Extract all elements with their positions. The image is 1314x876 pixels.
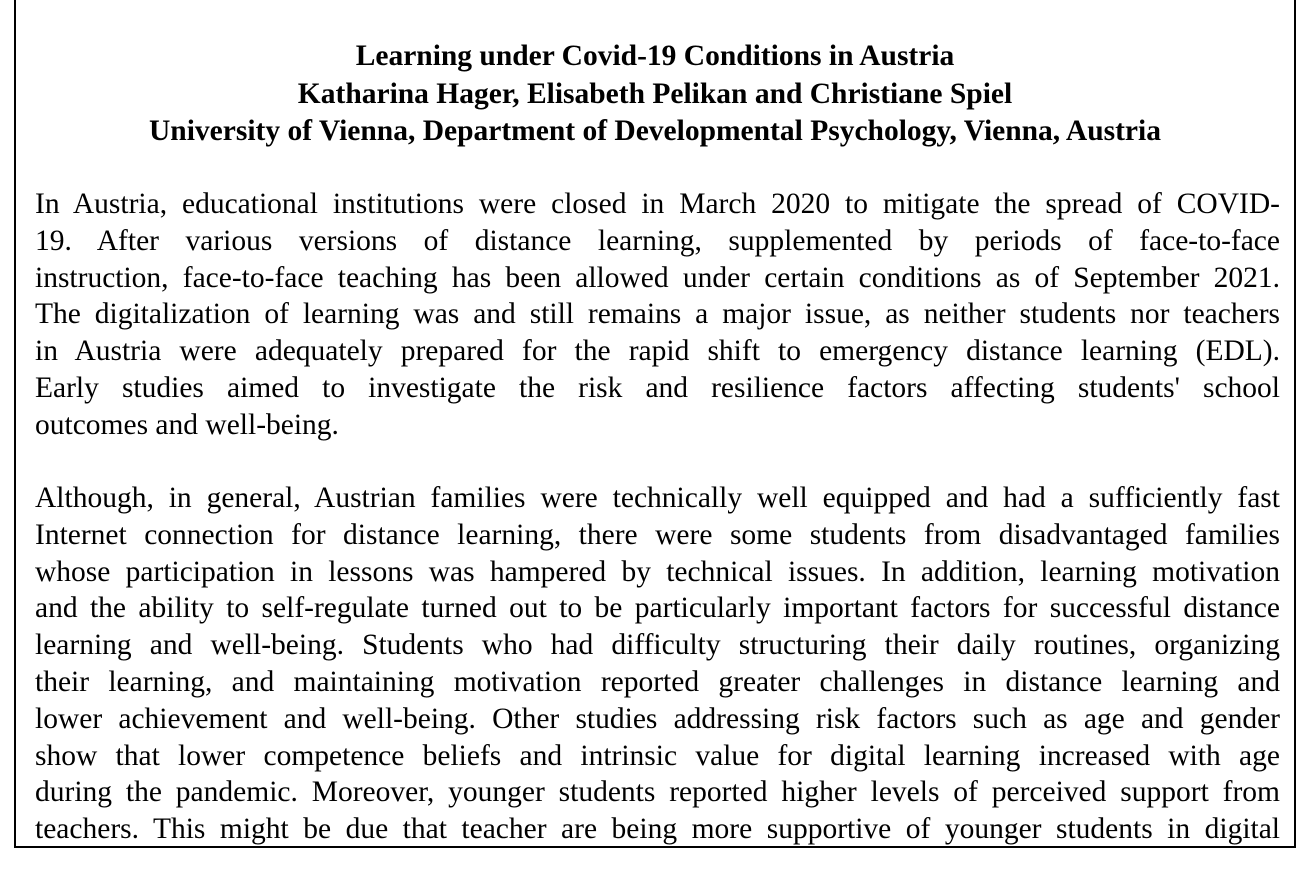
paragraph-line: teachers. This might be due that teacher… — [35, 813, 1280, 846]
paragraph-line: learning and well-being. Students who ha… — [35, 629, 1280, 662]
paragraph-line: Early studies aimed to investigate the r… — [35, 371, 1280, 404]
paragraph-line: whose participation in lessons was hampe… — [35, 555, 1280, 588]
paragraph-line: 19. After various versions of distance l… — [35, 224, 1280, 257]
paragraph-line: The digitalization of learning was and s… — [35, 298, 1280, 331]
document-page: Learning under Covid-19 Conditions in Au… — [14, 0, 1296, 848]
paragraph-line: lower achievement and well-being. Other … — [35, 702, 1280, 735]
paragraph-line: during the pandemic. Moreover, younger s… — [35, 776, 1280, 809]
paragraph-line: show that lower competence beliefs and i… — [35, 739, 1280, 772]
paragraph-line: and the ability to self-regulate turned … — [35, 592, 1280, 625]
paragraph-line: instruction, face-to-face teaching has b… — [35, 261, 1280, 294]
paragraph-line: Internet connection for distance learnin… — [35, 518, 1280, 551]
document-header: Learning under Covid-19 Conditions in Au… — [16, 38, 1294, 151]
paragraph-line: in Austria were adequately prepared for … — [35, 335, 1280, 368]
paragraph-line: outcomes and well-being. — [35, 408, 339, 441]
document-title: Learning under Covid-19 Conditions in Au… — [355, 40, 955, 72]
paragraph-1: In Austria, educational institutions wer… — [35, 186, 1280, 444]
document-affiliation: University of Vienna, Department of Deve… — [149, 115, 1161, 147]
paragraph-line: In Austria, educational institutions wer… — [35, 188, 1280, 220]
paragraph-line: Although, in general, Austrian families … — [35, 482, 1280, 514]
document-authors: Katharina Hager, Elisabeth Pelikan and C… — [297, 77, 1013, 110]
paragraph-2: Although, in general, Austrian families … — [35, 480, 1280, 846]
paragraph-line: their learning, and maintaining motivati… — [35, 665, 1280, 698]
